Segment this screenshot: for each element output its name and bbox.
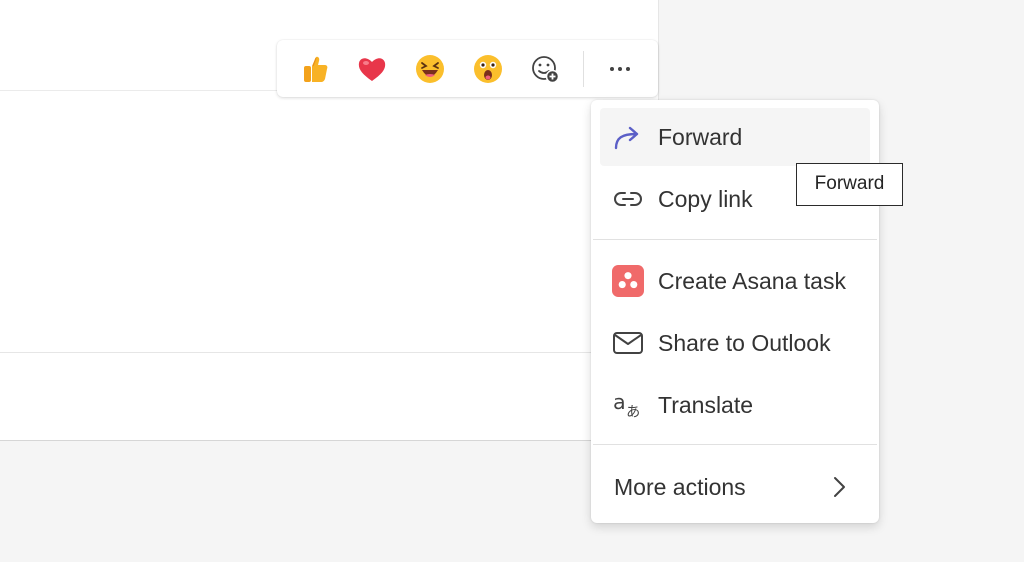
laughing-emoji-icon	[416, 55, 444, 83]
thumbs-up-emoji-icon	[304, 56, 328, 82]
heart-reaction-button[interactable]	[355, 52, 389, 86]
surprised-reaction-button[interactable]	[471, 52, 505, 86]
more-options-button[interactable]	[603, 52, 637, 86]
like-reaction-button[interactable]	[298, 52, 332, 86]
forward-tooltip: Forward	[796, 163, 903, 206]
reaction-bar	[277, 40, 658, 97]
menu-item-forward[interactable]: Forward	[600, 108, 870, 166]
asana-icon	[612, 265, 644, 297]
menu-item-more-actions[interactable]: More actions	[600, 458, 870, 516]
menu-item-label: Translate	[658, 392, 754, 418]
menu-item-create-asana-task[interactable]: Create Asana task	[600, 252, 870, 310]
message-divider	[0, 352, 658, 353]
menu-item-label: Share to Outlook	[658, 330, 831, 356]
heart-emoji-icon	[358, 58, 386, 81]
chevron-right-icon	[834, 477, 845, 497]
surprised-emoji-icon	[474, 55, 502, 83]
reaction-bar-divider	[583, 51, 584, 87]
menu-item-translate[interactable]: a あ Translate	[600, 376, 870, 434]
menu-divider	[593, 444, 877, 445]
svg-text:a: a	[613, 390, 626, 414]
svg-text:あ: あ	[626, 404, 640, 420]
menu-item-label: Create Asana task	[658, 268, 846, 294]
menu-item-label: More actions	[614, 474, 746, 500]
add-reaction-button[interactable]	[528, 52, 562, 86]
add-reaction-icon	[532, 56, 560, 84]
ellipsis-icon	[610, 67, 630, 71]
menu-item-share-to-outlook[interactable]: Share to Outlook	[600, 314, 870, 372]
mail-icon	[612, 327, 644, 359]
forward-arrow-icon	[612, 121, 644, 153]
link-icon	[612, 183, 644, 215]
menu-divider	[593, 239, 877, 240]
laugh-reaction-button[interactable]	[413, 52, 447, 86]
menu-item-label: Forward	[658, 124, 743, 150]
translate-icon: a あ	[612, 389, 644, 421]
menu-item-label: Copy link	[658, 186, 753, 212]
